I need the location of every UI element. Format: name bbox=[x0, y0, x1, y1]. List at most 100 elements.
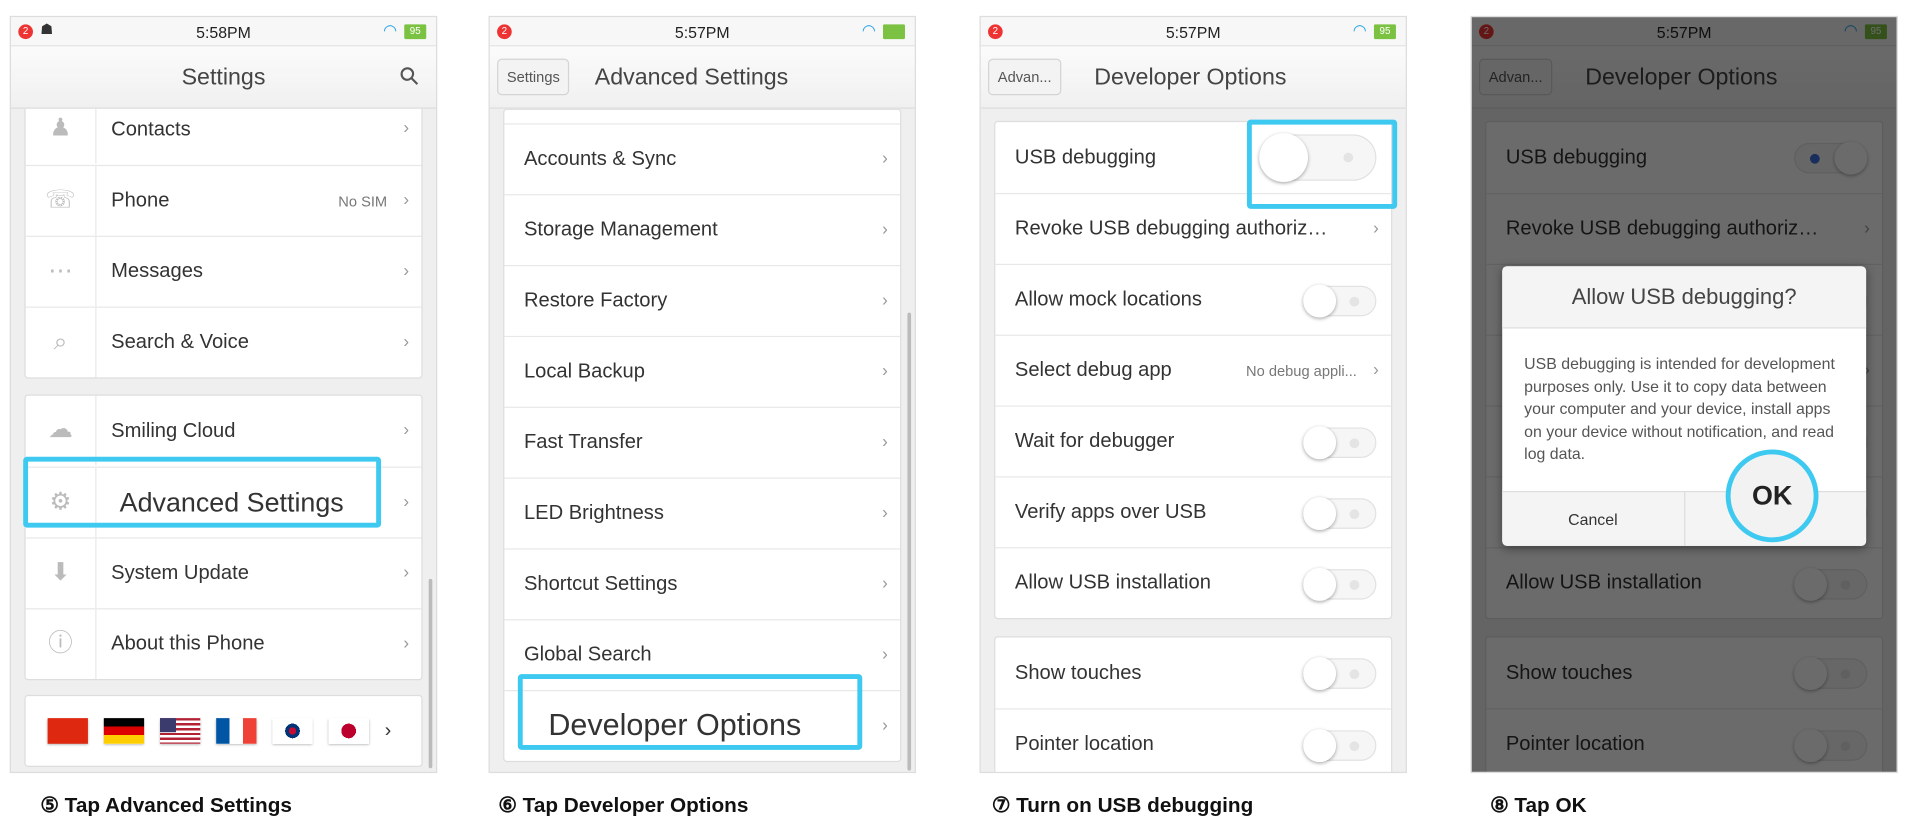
settings-item-system-update[interactable]: ⬇ System Update › bbox=[25, 537, 422, 609]
toggle-switch[interactable] bbox=[1303, 497, 1377, 531]
france-flag[interactable] bbox=[216, 718, 257, 744]
settings-item-restore-factory[interactable]: Restore Factory › bbox=[504, 265, 901, 336]
battery-icon: 95 bbox=[1373, 24, 1396, 40]
settings-item-search-voice[interactable]: ⌕ Search & Voice › bbox=[25, 306, 422, 378]
highlight-box bbox=[517, 674, 863, 750]
toggle-indicator bbox=[1349, 741, 1360, 752]
phone-icon: ☏ bbox=[26, 166, 97, 236]
settings-item-label: Allow mock locations bbox=[1014, 288, 1202, 311]
tutorial-stage: 2 ☗ 5:58PM ◠ 95 Settings ⚲ ♟ Contacts › ☏ Phone No S… bbox=[0, 0, 1915, 835]
settings-item-led-brightness[interactable]: LED Brightness › bbox=[504, 477, 901, 549]
scrollbar[interactable] bbox=[907, 312, 912, 771]
settings-item-allow-mock-locations[interactable]: Allow mock locations bbox=[995, 263, 1392, 335]
status-time: 5:58PM bbox=[196, 23, 251, 42]
settings-item-about-this-phone[interactable]: ⓘ About this Phone › bbox=[25, 608, 422, 680]
settings-group: ☁ Smiling Cloud › ⚙ Advanced Settings › ⬇ Syste… bbox=[24, 394, 423, 681]
settings-item-pointer-location[interactable]: Pointer location bbox=[995, 708, 1392, 772]
language-flags: › bbox=[26, 696, 422, 766]
settings-item-show-touches[interactable]: Show touches bbox=[995, 638, 1391, 709]
toggle-switch[interactable] bbox=[1303, 729, 1377, 763]
korea-flag[interactable] bbox=[272, 718, 313, 744]
settings-item-label: Search & Voice bbox=[111, 330, 249, 353]
toggle-indicator bbox=[1349, 296, 1360, 307]
chevron-right-icon: › bbox=[882, 643, 888, 664]
chevron-right-icon: › bbox=[1373, 217, 1379, 237]
chevron-right-icon: › bbox=[384, 719, 392, 741]
back-button[interactable]: Settings bbox=[497, 58, 570, 96]
dialog-message: USB debugging is intended for developmen… bbox=[1524, 354, 1835, 463]
settings-item-wait-for-debugger[interactable]: Wait for debugger bbox=[995, 405, 1392, 476]
settings-item-storage-management[interactable]: Storage Management › bbox=[504, 194, 901, 265]
step-caption: ⑦ Turn on USB debugging bbox=[991, 793, 1254, 818]
settings-item-shortcut-settings[interactable]: Shortcut Settings › bbox=[504, 548, 901, 619]
step-caption: ⑤ Tap Advanced Settings bbox=[40, 793, 292, 818]
chevron-right-icon: › bbox=[403, 632, 410, 653]
page-title: Settings bbox=[181, 64, 266, 91]
settings-item-fast-transfer[interactable]: Fast Transfer › bbox=[504, 406, 901, 478]
toggle-switch[interactable] bbox=[1303, 657, 1377, 691]
info-icon: ⓘ bbox=[26, 609, 97, 680]
toggle-switch[interactable] bbox=[1303, 426, 1377, 460]
phone-screen-2: 2 5:57PM ◠ Settings Advanced Settings Account… bbox=[488, 15, 916, 774]
ok-button[interactable]: OK bbox=[1725, 449, 1819, 543]
toggle-indicator bbox=[1349, 509, 1360, 520]
germany-flag[interactable] bbox=[103, 718, 145, 744]
settings-item-local-backup[interactable]: Local Backup › bbox=[504, 335, 901, 407]
chevron-right-icon: › bbox=[403, 330, 410, 351]
status-bar: 2 ☗ 5:58PM ◠ 95 bbox=[10, 17, 437, 47]
scrollbar[interactable] bbox=[428, 578, 433, 769]
search-icon: ⌕ bbox=[26, 307, 97, 378]
settings-item-value: No debug appli... bbox=[1246, 362, 1357, 380]
settings-item-select-debug-app[interactable]: Select debug app No debug appli... › bbox=[995, 334, 1392, 406]
settings-item-accounts-sync[interactable]: Accounts & Sync › bbox=[504, 123, 901, 194]
toggle-switch[interactable] bbox=[1303, 567, 1377, 601]
settings-item-label: Fast Transfer bbox=[523, 431, 643, 454]
settings-item-label: Verify apps over USB bbox=[1014, 500, 1207, 523]
phone-screen-4: 25:57PM◠95Advan...Developer OptionsUSB d… bbox=[1470, 15, 1898, 774]
download-icon: ⬇ bbox=[26, 538, 97, 609]
chevron-right-icon: › bbox=[403, 260, 410, 280]
cloud-icon: ☁ bbox=[26, 395, 97, 466]
wifi-icon: ◠ bbox=[861, 20, 876, 40]
settings-item-allow-usb-installation[interactable]: Allow USB installation bbox=[995, 547, 1392, 618]
china-flag[interactable] bbox=[47, 718, 88, 744]
toggle-knob bbox=[1303, 284, 1337, 318]
toggle-switch[interactable] bbox=[1303, 284, 1377, 318]
chevron-right-icon: › bbox=[882, 572, 888, 593]
settings-item-messages[interactable]: ⋯ Messages › bbox=[25, 235, 422, 307]
messages-icon: ⋯ bbox=[26, 236, 97, 307]
settings-list: Accounts & Sync › Storage Management › Resto… bbox=[490, 108, 915, 772]
settings-item-label: Local Backup bbox=[523, 360, 645, 383]
chevron-right-icon: › bbox=[403, 490, 410, 511]
cancel-button[interactable]: Cancel bbox=[1502, 492, 1685, 546]
chevron-right-icon: › bbox=[882, 218, 888, 239]
settings-item-label: LED Brightness bbox=[523, 501, 664, 524]
status-bar: 25:57PM◠95 bbox=[980, 17, 1406, 47]
toggle-knob bbox=[1303, 497, 1337, 531]
toggle-indicator bbox=[1349, 669, 1360, 680]
language-group: › bbox=[24, 694, 423, 767]
settings-group: Accounts & Sync › Storage Management › Resto… bbox=[503, 108, 902, 763]
settings-item-label: Contacts bbox=[111, 117, 191, 140]
settings-item-label: Restore Factory bbox=[523, 289, 668, 312]
battery-icon bbox=[882, 24, 905, 40]
status-time: 5:57PM bbox=[1165, 23, 1221, 42]
settings-item-contacts[interactable]: ♟ Contacts › bbox=[26, 108, 422, 165]
settings-item-label: Accounts & Sync bbox=[523, 147, 677, 170]
settings-item-label: Pointer location bbox=[1014, 732, 1154, 755]
chevron-right-icon: › bbox=[403, 117, 410, 137]
chevron-right-icon: › bbox=[882, 714, 888, 735]
settings-item-label: Revoke USB debugging authoriz… bbox=[1014, 217, 1328, 240]
highlight-box bbox=[1246, 119, 1398, 209]
usa-flag[interactable] bbox=[159, 718, 201, 744]
chevron-right-icon: › bbox=[1373, 359, 1379, 379]
settings-item-phone[interactable]: ☏ Phone No SIM › bbox=[25, 164, 422, 236]
back-button[interactable]: Advan... bbox=[988, 58, 1062, 96]
settings-item-verify-apps-over-usb[interactable]: Verify apps over USB bbox=[995, 476, 1392, 547]
settings-item-label: Select debug app bbox=[1014, 359, 1172, 382]
toggle-knob bbox=[1303, 426, 1337, 460]
person-icon: ♟ bbox=[26, 108, 97, 164]
japan-flag[interactable] bbox=[328, 718, 369, 744]
settings-group: ♟ Contacts › ☏ Phone No SIM › ⋯ Messages › ⌕ Search… bbox=[24, 108, 423, 379]
settings-item-label: USB debugging bbox=[1014, 145, 1157, 168]
